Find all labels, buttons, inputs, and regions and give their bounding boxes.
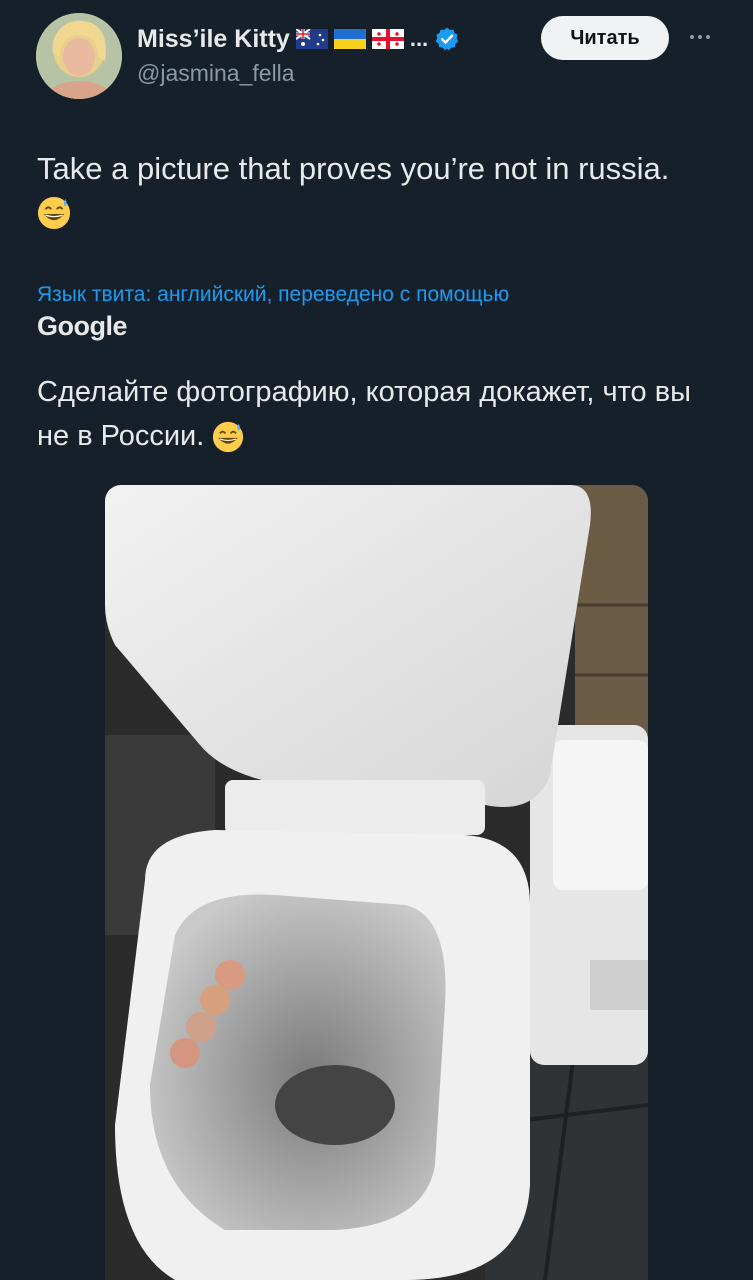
more-options-icon[interactable] xyxy=(684,22,716,52)
author-handle[interactable]: @jasmina_fella xyxy=(137,60,295,87)
sweat-smile-emoji-icon xyxy=(213,422,244,453)
ukraine-flag-icon xyxy=(333,29,366,49)
avatar[interactable] xyxy=(36,13,122,99)
name-truncation: ... xyxy=(409,26,429,51)
tweet-text-content: Take a picture that proves you’re not in… xyxy=(37,151,670,186)
tweet-text: Take a picture that proves you’re not in… xyxy=(37,148,727,232)
follow-button[interactable]: Читать xyxy=(541,16,669,60)
translated-text: Сделайте фотографию, которая докажет, чт… xyxy=(37,370,727,458)
avatar-image xyxy=(36,13,122,99)
tweet-photo[interactable] xyxy=(105,485,648,1280)
author-name-row[interactable]: Miss’ile Kitty ... xyxy=(137,22,460,56)
translation-note[interactable]: Язык твита: английский, переведено с пом… xyxy=(37,283,727,307)
google-logo: Google xyxy=(37,311,128,341)
toilet-photo-image xyxy=(105,485,648,1280)
translated-text-content: Сделайте фотографию, которая докажет, чт… xyxy=(37,376,691,452)
georgia-flag-icon xyxy=(371,29,404,49)
verified-badge-icon xyxy=(435,27,459,51)
author-name[interactable]: Miss’ile Kitty xyxy=(137,25,290,54)
sweat-smile-emoji-icon xyxy=(37,196,71,229)
australia-flag-icon xyxy=(295,29,328,49)
